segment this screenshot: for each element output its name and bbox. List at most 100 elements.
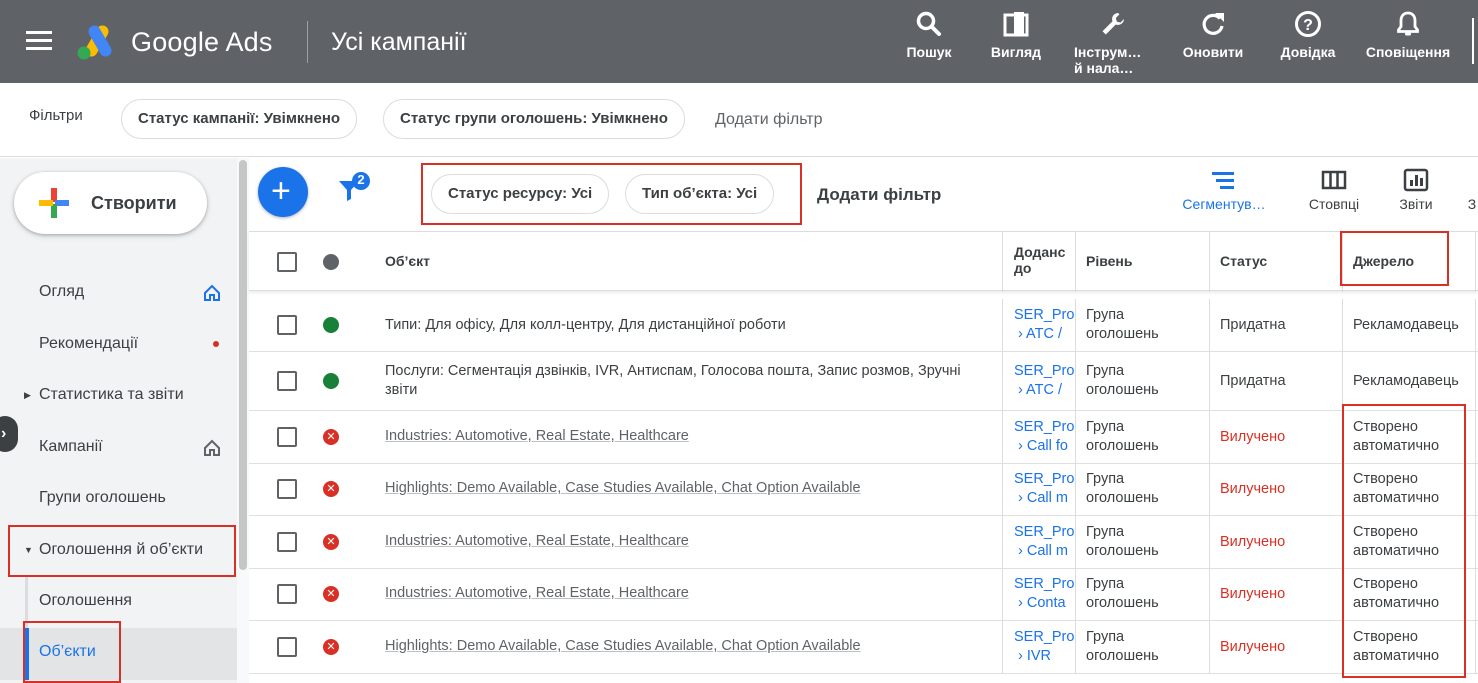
added-to-line2: › IVR: [1018, 648, 1052, 664]
table-row[interactable]: ✕ Industries: Automotive, Real Estate, H…: [249, 516, 1478, 569]
added-to-link[interactable]: SER_Proc › Call fo: [1014, 418, 1076, 456]
tools-settings-button[interactable]: Інструм… й нала…: [1074, 10, 1152, 76]
columns-label: Стовпці: [1308, 196, 1360, 212]
view-button[interactable]: Вигляд: [986, 10, 1046, 60]
reports-icon: [1392, 168, 1440, 196]
added-to-line1: SER_Proc: [1014, 471, 1076, 487]
table-row[interactable]: ✕ Highlights: Demo Available, Case Studi…: [249, 464, 1478, 516]
asset-text[interactable]: Industries: Automotive, Real Estate, Hea…: [385, 427, 985, 446]
status-removed-icon: ✕: [323, 586, 339, 602]
row-checkbox[interactable]: [277, 584, 297, 604]
added-to-line2: › ATC /: [1018, 326, 1063, 342]
more-tools-button[interactable]: З: [1466, 196, 1478, 212]
notifications-button[interactable]: Сповіщення: [1359, 10, 1457, 60]
sidebar-item-label: Огляд: [39, 283, 85, 300]
top-app-bar: Google Ads Усі кампанії Пошук Вигляд Інс…: [0, 0, 1478, 83]
sidebar-scrollbar-thumb[interactable]: [239, 160, 247, 570]
level-cell: Група оголошень: [1086, 362, 1206, 400]
column-header-object[interactable]: Об’єкт: [385, 253, 430, 269]
column-header-level[interactable]: Рівень: [1086, 253, 1133, 269]
filter-chip-campaign-status[interactable]: Статус кампанії: Увімкнено: [121, 99, 358, 139]
sidebar-item-label: Кампанії: [39, 438, 103, 455]
reports-label: Звіти: [1399, 196, 1433, 212]
level-cell: Група оголошень: [1086, 628, 1206, 666]
asset-text[interactable]: Industries: Automotive, Real Estate, Hea…: [385, 584, 985, 603]
row-checkbox[interactable]: [277, 371, 297, 391]
sidebar-item-ad-groups[interactable]: Групи оголошень: [0, 478, 237, 518]
segment-icon: [1178, 168, 1270, 196]
row-checkbox[interactable]: [277, 637, 297, 657]
sidebar-item-ads[interactable]: Оголошення: [0, 581, 237, 621]
level-line1: Група: [1086, 363, 1125, 379]
sidebar-item-recommendations[interactable]: Рекомендації: [0, 324, 237, 364]
refresh-button[interactable]: Оновити: [1178, 10, 1248, 60]
add-filter-link[interactable]: Додати фільтр: [817, 185, 941, 205]
home-icon: [204, 439, 220, 456]
filter-toggle-button[interactable]: 2: [337, 172, 373, 208]
menu-icon[interactable]: [26, 31, 52, 53]
added-to-line1: SER_Proc: [1014, 524, 1076, 540]
sidebar-item-label: Рекомендації: [39, 335, 139, 352]
highlight-box: [8, 525, 236, 577]
table-header: Об’єкт Доданс до Рівень Статус Джерело: [249, 231, 1478, 292]
added-to-link[interactable]: SER_Proc › Call m: [1014, 470, 1076, 508]
added-to-link[interactable]: SER_Proc › ATC /: [1014, 362, 1076, 400]
filters-bar: Фільтри Статус кампанії: Увімкнено Стату…: [0, 83, 1478, 157]
asset-text[interactable]: Highlights: Demo Available, Case Studies…: [385, 637, 985, 656]
sidebar-item-stats-reports[interactable]: ▶ Статистика та звіти: [0, 375, 237, 415]
add-filter-link[interactable]: Додати фільтр: [715, 111, 823, 129]
svg-text:?: ?: [1303, 17, 1313, 34]
columns-icon: [1303, 168, 1365, 196]
asset-text[interactable]: Highlights: Demo Available, Case Studies…: [385, 479, 985, 498]
tools-label-line2: й нала…: [1074, 60, 1134, 76]
level-line2: оголошень: [1086, 543, 1159, 559]
table-row[interactable]: ✕ Industries: Automotive, Real Estate, H…: [249, 569, 1478, 621]
table-row[interactable]: Послуги: Сегментація дзвінків, IVR, Анти…: [249, 352, 1478, 411]
row-checkbox[interactable]: [277, 315, 297, 335]
filter-chip-adgroup-status[interactable]: Статус групи оголошень: Увімкнено: [383, 99, 685, 139]
sidebar-item-label: Групи оголошень: [39, 489, 166, 506]
added-to-link[interactable]: SER_Proc › Call m: [1014, 523, 1076, 561]
column-divider: [1475, 299, 1476, 674]
plus-icon: [39, 188, 69, 218]
row-checkbox[interactable]: [277, 479, 297, 499]
add-asset-button[interactable]: +: [258, 167, 308, 217]
collapse-sidebar-button[interactable]: ›: [0, 416, 18, 452]
refresh-icon: [1178, 10, 1248, 40]
table-row[interactable]: ✕ Industries: Automotive, Real Estate, H…: [249, 411, 1478, 464]
row-checkbox[interactable]: [277, 532, 297, 552]
status-eligible-icon: [323, 317, 339, 333]
added-to-link[interactable]: SER_Proc › Conta: [1014, 575, 1076, 613]
notification-dot-icon: [213, 341, 219, 347]
asset-text: Типи: Для офісу, Для колл-центру, Для ди…: [385, 317, 786, 333]
wrench-icon: [1083, 10, 1143, 40]
search-button[interactable]: Пошук: [900, 10, 958, 60]
row-checkbox[interactable]: [277, 427, 297, 447]
added-to-line2: › Call fo: [1018, 438, 1068, 454]
asset-text[interactable]: Industries: Automotive, Real Estate, Hea…: [385, 532, 985, 551]
search-label: Пошук: [906, 44, 952, 60]
level-cell: Група оголошень: [1086, 418, 1206, 456]
view-icon: [986, 10, 1046, 40]
segment-button[interactable]: Сегментув…: [1178, 168, 1270, 212]
sidebar-item-overview[interactable]: Огляд: [0, 272, 237, 312]
columns-button[interactable]: Стовпці: [1303, 168, 1365, 212]
added-to-link[interactable]: SER_Proc › IVR: [1014, 628, 1076, 666]
added-to-line2: › ATC /: [1018, 382, 1063, 398]
table-row[interactable]: Типи: Для офісу, Для колл-центру, Для ди…: [249, 299, 1478, 352]
table-row[interactable]: ✕ Highlights: Demo Available, Case Studi…: [249, 621, 1478, 674]
reports-button[interactable]: Звіти: [1392, 168, 1440, 212]
sidebar-item-campaigns[interactable]: Кампанії: [0, 427, 237, 467]
select-all-checkbox[interactable]: [277, 252, 297, 272]
notifications-label: Сповіщення: [1365, 44, 1451, 60]
added-to-link[interactable]: SER_Proc › ATC /: [1014, 306, 1076, 344]
column-header-added-to[interactable]: Доданс до: [1014, 244, 1074, 276]
help-button[interactable]: ? Довідка: [1273, 10, 1343, 60]
sidebar: Створити Огляд Рекомендації ▶ Статистика…: [0, 158, 237, 683]
level-line2: оголошень: [1086, 326, 1159, 342]
create-button[interactable]: Створити: [14, 172, 207, 234]
added-header-line1: Доданс: [1014, 244, 1066, 260]
column-header-status[interactable]: Статус: [1220, 253, 1267, 269]
status-cell: Вилучено: [1220, 534, 1286, 550]
help-label: Довідка: [1280, 44, 1336, 60]
